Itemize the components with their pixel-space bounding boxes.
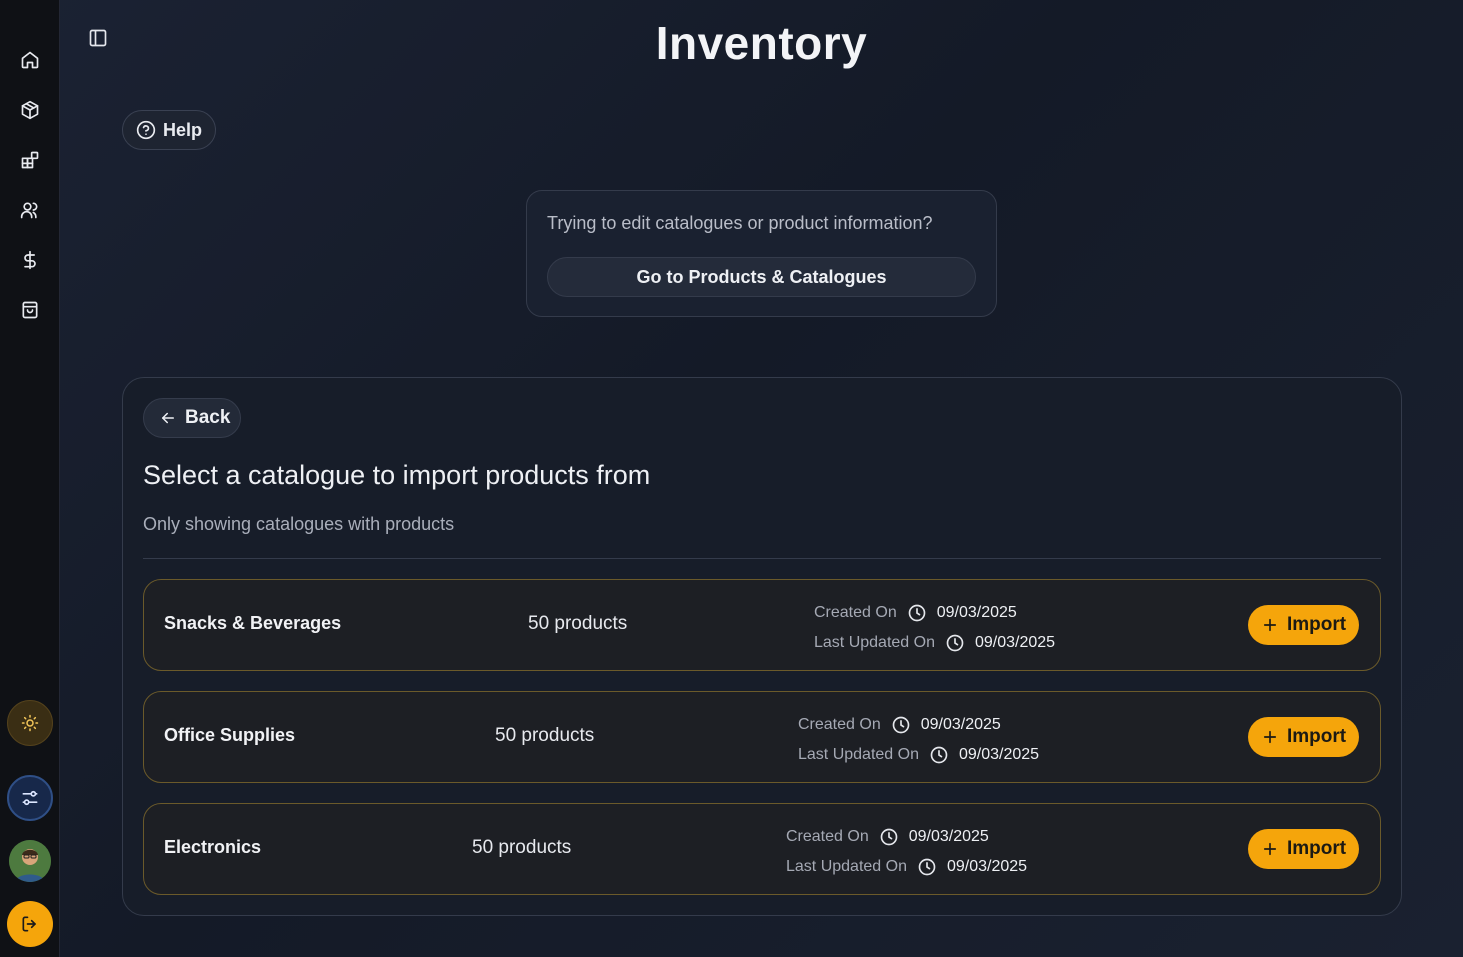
users-icon[interactable] [18, 198, 42, 222]
clock-icon [891, 715, 911, 735]
panel-heading: Select a catalogue to import products fr… [143, 460, 651, 490]
sidebar [0, 0, 60, 957]
import-label: Import [1286, 838, 1347, 859]
updated-date: 09/03/2025 [958, 746, 1040, 763]
updated-date: 09/03/2025 [946, 858, 1028, 875]
plus-icon [1263, 842, 1277, 856]
go-to-products-button[interactable]: Go to Products & Catalogues [547, 257, 976, 297]
notice-text: Trying to edit catalogues or product inf… [547, 213, 933, 233]
blocks-icon[interactable] [18, 148, 42, 172]
clock-icon [929, 745, 949, 765]
divider [143, 558, 1381, 559]
catalogue-row: Electronics 50 products Created On 09/03… [143, 803, 1381, 895]
package-icon[interactable] [18, 98, 42, 122]
product-count: 50 products [495, 725, 595, 746]
sliders-icon [22, 790, 38, 806]
product-count: 50 products [472, 837, 572, 858]
created-date: 09/03/2025 [920, 716, 1001, 733]
help-label: Help [163, 119, 203, 140]
import-catalogue-panel: Back Select a catalogue to import produc… [122, 377, 1402, 916]
clock-icon [879, 827, 899, 847]
notice-card: Trying to edit catalogues or product inf… [526, 190, 997, 317]
updated-date: 09/03/2025 [974, 634, 1056, 651]
shopping-bag-icon[interactable] [18, 298, 42, 322]
settings-sliders-button[interactable] [7, 775, 53, 821]
clock-icon [945, 633, 965, 653]
catalogue-name: Snacks & Beverages [164, 613, 342, 633]
updated-label: Last Updated On [798, 746, 919, 763]
import-button[interactable]: Import [1248, 605, 1359, 645]
page-title: Inventory [655, 17, 868, 69]
logout-button[interactable] [7, 901, 53, 947]
clock-icon [917, 857, 937, 877]
catalogue-row: Office Supplies 50 products Created On 0… [143, 691, 1381, 783]
avatar[interactable] [9, 840, 51, 882]
catalogue-dates: Created On 09/03/2025 Last Updated On 09… [798, 710, 1039, 770]
plus-icon [1263, 618, 1277, 632]
panel-subheading: Only showing catalogues with products [143, 514, 455, 534]
dollar-icon[interactable] [18, 248, 42, 272]
updated-label: Last Updated On [814, 634, 935, 651]
created-label: Created On [814, 604, 897, 621]
import-button[interactable]: Import [1248, 717, 1359, 757]
created-label: Created On [786, 828, 869, 845]
catalogue-name: Electronics [164, 837, 262, 857]
logout-icon [22, 916, 36, 932]
created-date: 09/03/2025 [908, 828, 989, 845]
arrow-left-icon [162, 412, 174, 424]
product-count: 50 products [528, 613, 628, 634]
catalogue-dates: Created On 09/03/2025 Last Updated On 09… [814, 598, 1055, 658]
import-label: Import [1286, 614, 1347, 635]
catalogue-dates: Created On 09/03/2025 Last Updated On 09… [786, 822, 1027, 882]
back-label: Back [185, 407, 231, 428]
updated-label: Last Updated On [786, 858, 907, 875]
back-button[interactable]: Back [143, 398, 241, 438]
help-circle-icon [136, 120, 156, 140]
plus-icon [1263, 730, 1277, 744]
created-label: Created On [798, 716, 881, 733]
import-label: Import [1286, 726, 1347, 747]
catalogue-row: Snacks & Beverages 50 products Created O… [143, 579, 1381, 671]
catalogue-name: Office Supplies [164, 725, 296, 745]
theme-toggle-button[interactable] [7, 700, 53, 746]
import-button[interactable]: Import [1248, 829, 1359, 869]
help-button[interactable]: Help [122, 110, 216, 150]
sun-icon [21, 714, 39, 732]
clock-icon [907, 603, 927, 623]
created-date: 09/03/2025 [936, 604, 1017, 621]
